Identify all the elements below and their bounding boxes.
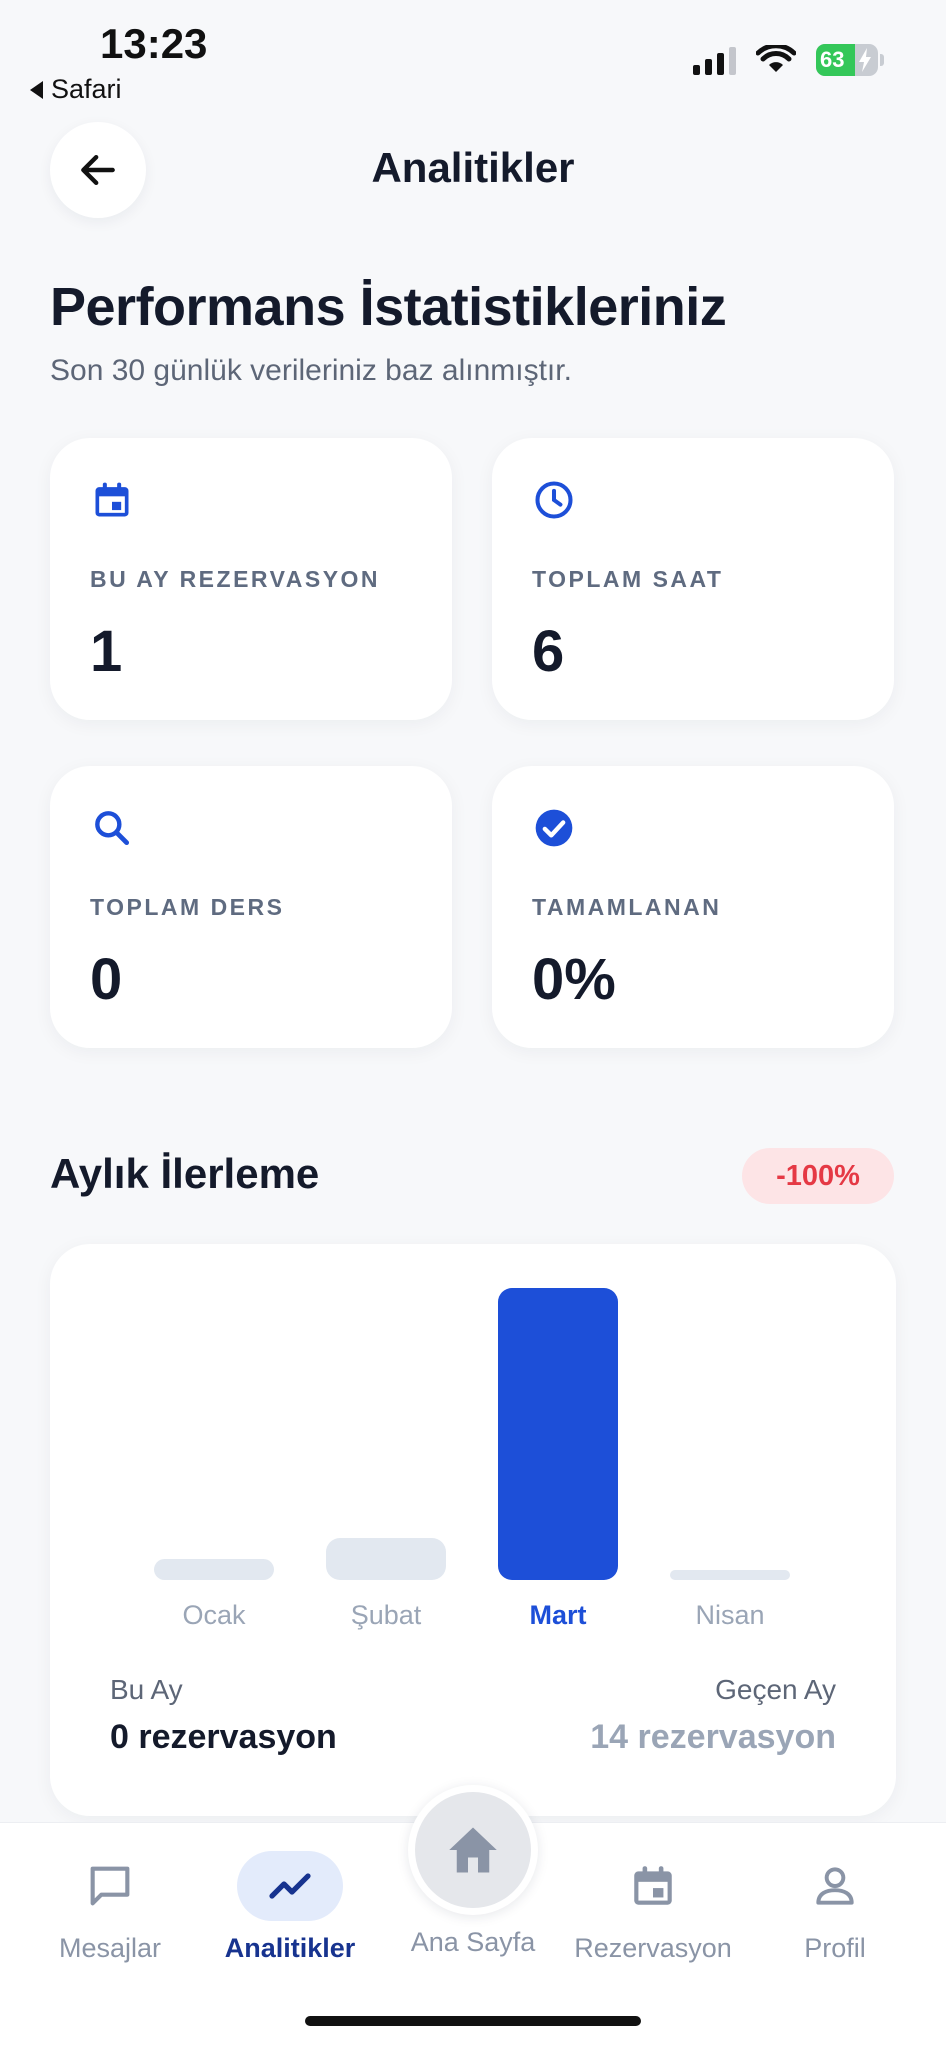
page-title: Performans İstatistikleriniz <box>50 277 727 337</box>
bar-label-2: Mart <box>529 1600 587 1630</box>
stat-label: BU AY REZERVASYON <box>90 566 381 592</box>
stat-label: TOPLAM DERS <box>90 894 285 920</box>
calendar-icon <box>95 482 129 517</box>
tab-label: Rezervasyon <box>574 1933 732 1963</box>
stat-value: 0 <box>90 947 123 1012</box>
stat-value: 1 <box>90 619 123 684</box>
status-time: 13:23 <box>100 20 208 67</box>
tab-label: Profil <box>804 1933 866 1963</box>
bar-0 <box>154 1559 274 1580</box>
bar-2 <box>498 1288 618 1580</box>
wifi-icon <box>756 45 796 72</box>
battery-icon: 63 <box>816 44 884 76</box>
tab-reservations[interactable]: Rezervasyon <box>563 1851 743 1981</box>
calendar-icon <box>634 1866 672 1905</box>
user-icon <box>816 1867 854 1905</box>
tab-label: Analitikler <box>224 1933 356 1963</box>
bar-1 <box>326 1538 446 1580</box>
bottom-tab-bar: Mesajlar Analitikler Ana Sayfa Rezervasy… <box>0 1785 946 2048</box>
bar-label-3: Nisan <box>695 1600 765 1630</box>
check-circle-icon <box>535 809 573 847</box>
header-title: Analitikler <box>371 144 575 191</box>
section-title-monthly-progress: Aylık İlerleme <box>50 1150 320 1197</box>
tab-analytics[interactable]: Analitikler <box>200 1851 380 1981</box>
last-month-value: 14 rezervasyon <box>590 1718 836 1756</box>
cellular-signal-icon <box>693 45 736 75</box>
back-to-app-link[interactable]: Safari <box>30 74 122 105</box>
bar-label-1: Şubat <box>350 1600 422 1630</box>
tab-label: Mesajlar <box>58 1933 162 1963</box>
bar-3 <box>670 1570 790 1580</box>
tab-label-home: Ana Sayfa <box>410 1927 536 1957</box>
tab-profile[interactable]: Profil <box>745 1851 925 1981</box>
stat-card-completed: TAMAMLANAN 0% <box>492 766 894 1048</box>
back-triangle-icon <box>30 80 43 99</box>
stat-value: 6 <box>532 619 565 684</box>
this-month-value: 0 rezervasyon <box>110 1718 337 1756</box>
status-indicators: 63 <box>693 44 884 76</box>
bar-label-0: Ocak <box>182 1600 246 1630</box>
stat-card-total-lessons: TOPLAM DERS 0 <box>50 766 452 1048</box>
home-icon <box>449 1827 497 1873</box>
analytics-screen: 13:23 Safari 63 Analitikler Performans İ… <box>0 0 946 2048</box>
stat-label: TAMAMLANAN <box>532 894 722 920</box>
trending-up-icon <box>269 1873 311 1899</box>
tab-messages[interactable]: Mesajlar <box>20 1851 200 1981</box>
clock-icon <box>535 481 573 519</box>
stat-card-total-hours: TOPLAM SAAT 6 <box>492 438 894 720</box>
search-icon <box>95 811 130 846</box>
stat-card-monthly-bookings: BU AY REZERVASYON 1 <box>50 438 452 720</box>
change-badge: -100% <box>742 1148 894 1204</box>
battery-percent: 63 <box>820 47 845 72</box>
home-indicator <box>305 2016 641 2026</box>
last-month-label: Geçen Ay <box>715 1674 836 1705</box>
this-month-label: Bu Ay <box>110 1674 183 1705</box>
page-subtitle: Son 30 günlük verileriniz baz alınmıştır… <box>50 354 572 387</box>
message-icon <box>90 1866 130 1906</box>
monthly-progress-chart: Ocak Şubat Mart Nisan Bu Ay 0 rezervasyon G… <box>50 1244 896 1816</box>
bar-chart <box>50 1244 896 1584</box>
stat-label: TOPLAM SAAT <box>532 566 724 592</box>
back-app-label: Safari <box>51 74 122 104</box>
home-button[interactable] <box>408 1785 538 1915</box>
stat-value: 0% <box>532 947 616 1012</box>
